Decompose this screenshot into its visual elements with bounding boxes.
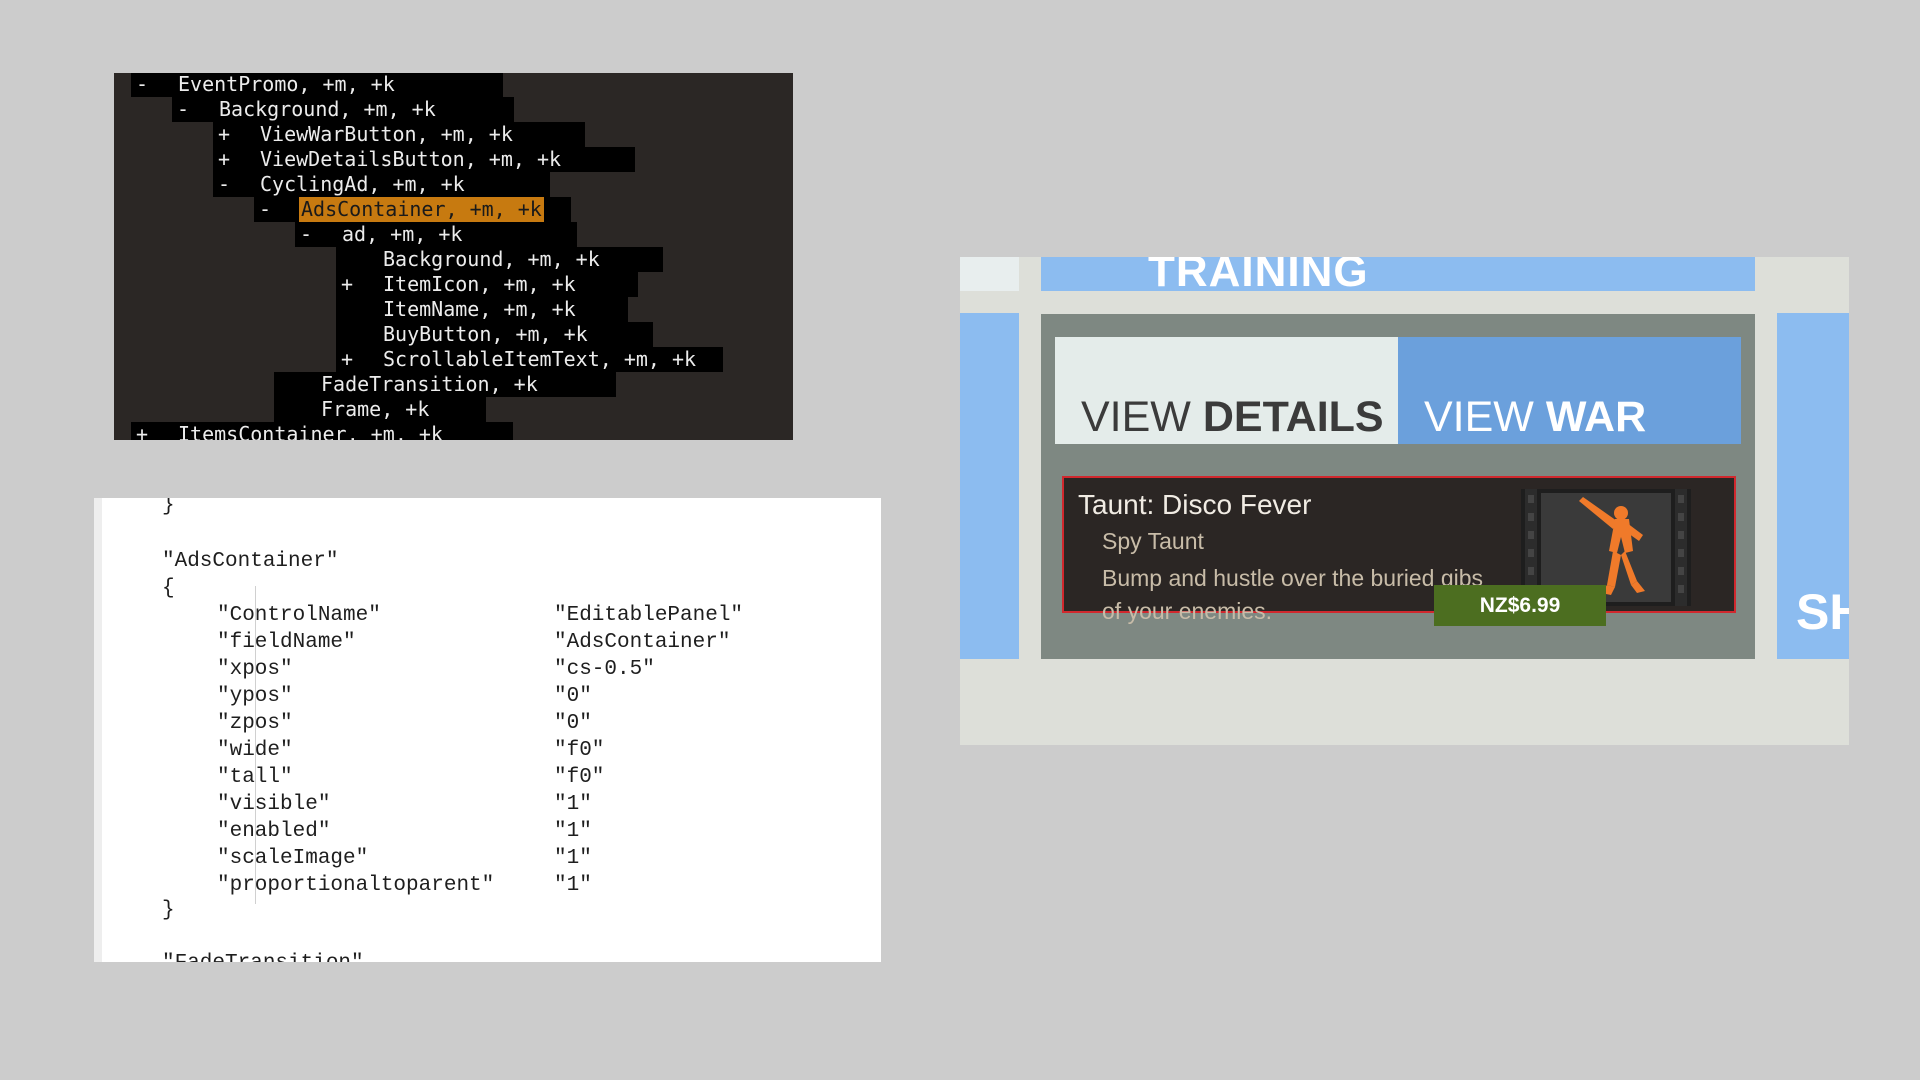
code-property-value: "0" <box>554 712 592 735</box>
top-left-tile <box>960 257 1019 291</box>
code-property-key: "xpos" <box>217 658 293 681</box>
code-next-block-name: "FadeTransition" <box>162 950 364 962</box>
collapse-toggle-icon[interactable]: - <box>294 222 318 247</box>
ad-item-name: Taunt: Disco Fever <box>1078 489 1312 520</box>
tree-node-label: ItemsContainer, +m, +k <box>178 422 443 440</box>
ad-item-type: Spy Taunt <box>1102 528 1204 554</box>
view-details-button[interactable]: VIEW DETAILS <box>1055 337 1398 444</box>
code-close-brace-top: } <box>162 498 175 517</box>
tree-node-label: Frame, +k <box>321 397 430 421</box>
tree-node-label: ScrollableItemText, +m, +k <box>383 347 697 371</box>
view-war-label: VIEW WAR <box>1424 393 1646 442</box>
expand-toggle-icon[interactable]: + <box>335 272 359 297</box>
tree-node-label: ad, +m, +k <box>342 222 463 246</box>
training-banner[interactable]: TRAINING <box>1041 257 1755 296</box>
collapse-toggle-icon[interactable]: - <box>130 73 154 97</box>
view-war-bold: WAR <box>1545 393 1647 441</box>
collapse-toggle-icon[interactable]: - <box>171 97 195 122</box>
code-property-value: "f0" <box>554 766 605 789</box>
code-property-key: "enabled" <box>217 820 331 843</box>
code-property-value: "cs-0.5" <box>554 658 655 681</box>
code-gutter <box>94 498 102 962</box>
code-open-brace: { <box>162 577 175 600</box>
code-block-name: "AdsContainer" <box>162 550 339 573</box>
side-panel-label: SH <box>1796 584 1849 640</box>
game-screenshot-panel: TRAINING SH VIEW DETAILS VIEW WAR Taunt:… <box>960 257 1849 745</box>
tree-node-label: ViewWarButton, +m, +k <box>260 122 513 146</box>
tree-node-label: Background, +m, +k <box>383 247 600 271</box>
code-property-value: "1" <box>554 847 592 870</box>
view-details-label: VIEW DETAILS <box>1081 393 1384 442</box>
code-property-value: "1" <box>554 820 592 843</box>
code-property-value: "f0" <box>554 739 605 762</box>
training-label: TRAINING <box>1148 257 1369 296</box>
code-close-brace: } <box>162 899 175 922</box>
code-property-key: "wide" <box>217 739 293 762</box>
expand-toggle-icon[interactable]: + <box>212 147 236 172</box>
collapse-toggle-icon[interactable]: - <box>253 197 277 222</box>
expand-toggle-icon[interactable]: + <box>335 347 359 372</box>
view-details-bold: DETAILS <box>1202 393 1384 441</box>
hierarchy-tree-panel: - EventPromo, +m, +k - Background, +m, +k + V… <box>114 73 793 440</box>
code-property-key: "zpos" <box>217 712 293 735</box>
left-blue-panel[interactable] <box>960 313 1019 659</box>
view-details-prefix: VIEW <box>1081 393 1203 441</box>
code-property-key: "ControlName" <box>217 604 381 627</box>
tree-node-label: Background, +m, +k <box>219 97 436 121</box>
code-property-key: "fieldName" <box>217 631 356 654</box>
tree-node-label: ItemIcon, +m, +k <box>383 272 576 296</box>
code-property-value: "EditablePanel" <box>554 604 744 627</box>
code-property-key: "proportionaltoparent" <box>217 874 495 897</box>
tree-node-label: ItemName, +m, +k <box>383 297 576 321</box>
tree-node-label: BuyButton, +m, +k <box>383 322 588 346</box>
collapse-toggle-icon[interactable]: - <box>212 172 236 197</box>
code-property-key: "scaleImage" <box>217 847 369 870</box>
view-war-button[interactable]: VIEW WAR <box>1398 337 1741 444</box>
tree-node-label: EventPromo, +m, +k <box>178 73 395 96</box>
code-property-key: "tall" <box>217 766 293 789</box>
tree-node-label: ViewDetailsButton, +m, +k <box>260 147 562 171</box>
view-war-prefix: VIEW <box>1424 393 1546 441</box>
code-property-value: "1" <box>554 874 592 897</box>
code-property-value: "0" <box>554 685 592 708</box>
res-code-panel: } "AdsContainer" { "ControlName" "Editabl… <box>94 498 881 962</box>
tree-node-label: CyclingAd, +m, +k <box>260 172 465 196</box>
code-property-value: "1" <box>554 793 592 816</box>
code-property-key: "ypos" <box>217 685 293 708</box>
tree-node-label: FadeTransition, +k <box>321 372 538 396</box>
code-property-value: "AdsContainer" <box>554 631 731 654</box>
tree-node-label-selected: AdsContainer, +m, +k <box>299 197 544 222</box>
expand-toggle-icon[interactable]: + <box>130 422 154 440</box>
code-property-key: "visible" <box>217 793 331 816</box>
expand-toggle-icon[interactable]: + <box>212 122 236 147</box>
cycling-ad-card[interactable]: Taunt: Disco Fever Spy Taunt Bump and hu… <box>1062 476 1736 626</box>
buy-button[interactable]: NZ$6.99 <box>1434 585 1606 626</box>
